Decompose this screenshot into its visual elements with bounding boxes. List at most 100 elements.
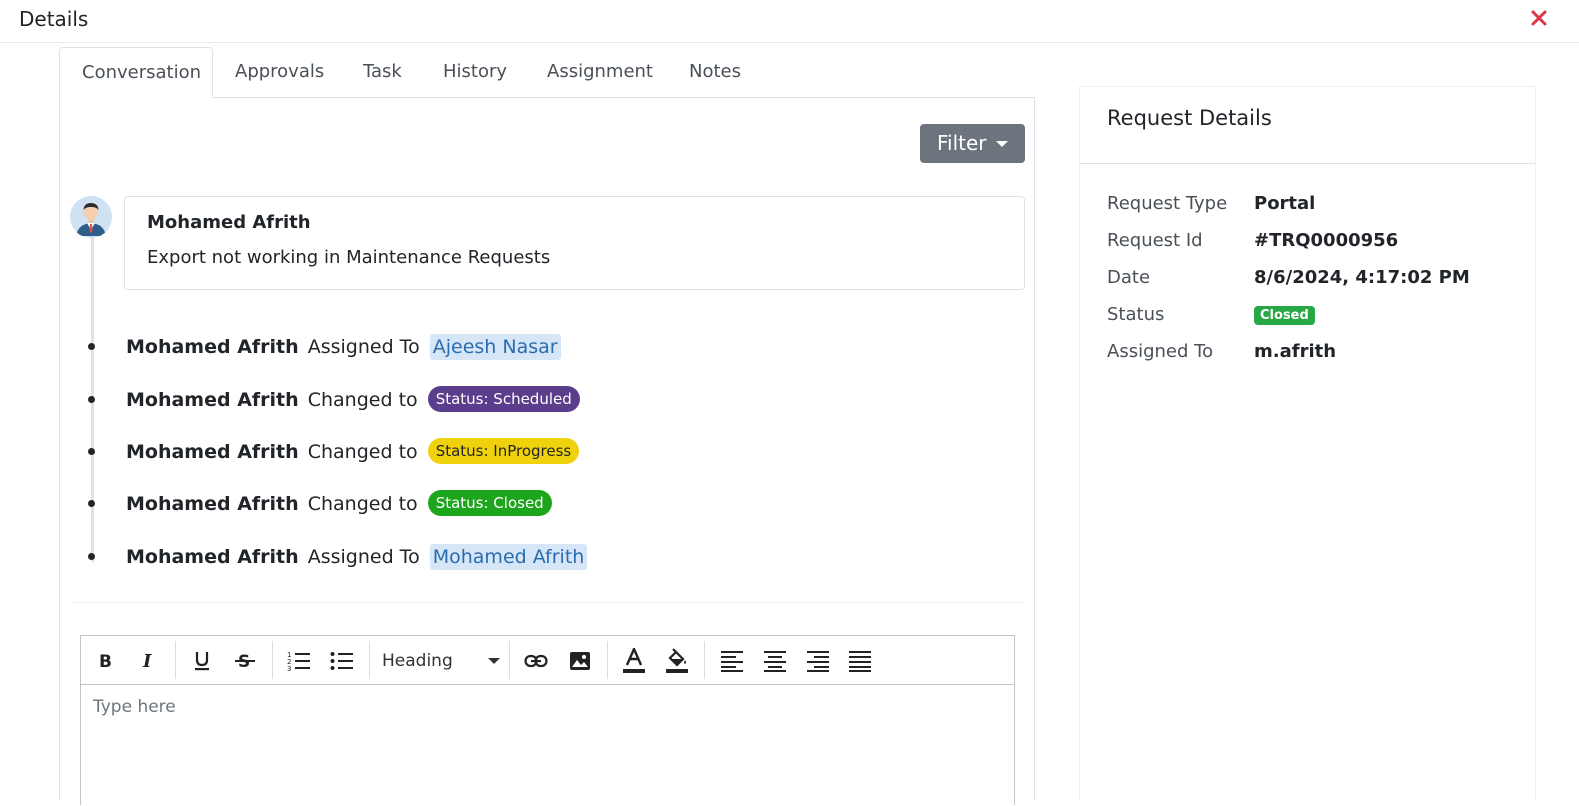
timeline-event: Mohamed Afrith Assigned To Ajeesh Nasar [88, 333, 561, 361]
background-color-button[interactable] [662, 646, 692, 676]
event-user: Mohamed Afrith [126, 336, 299, 358]
font-color-icon [623, 648, 645, 673]
detail-value: Closed [1254, 302, 1315, 328]
assignee-tag[interactable]: Ajeesh Nasar [429, 334, 561, 360]
toolbar-divider [509, 641, 510, 679]
detail-label: Status [1107, 304, 1165, 325]
bullet-icon [88, 396, 95, 403]
align-center-button[interactable] [760, 646, 790, 676]
detail-label: Request Id [1107, 230, 1203, 251]
bullet-icon [88, 553, 95, 560]
tab-notes[interactable]: Notes [667, 47, 763, 98]
toolbar-divider [272, 641, 273, 679]
event-user: Mohamed Afrith [126, 441, 299, 463]
event-action: Changed to [307, 441, 418, 463]
tab-task[interactable]: Task [341, 47, 424, 98]
heading-label: Heading [382, 651, 453, 671]
detail-value: 8/6/2024, 4:17:02 PM [1254, 267, 1470, 288]
detail-label: Date [1107, 267, 1151, 288]
numbered-list-button[interactable]: 123 [284, 646, 314, 676]
background-color-icon [666, 648, 688, 673]
event-user: Mohamed Afrith [126, 546, 299, 568]
detail-label: Request Type [1107, 193, 1228, 214]
status-badge: Status: InProgress [427, 437, 580, 464]
timeline-event: Mohamed Afrith Assigned To Mohamed Afrit… [88, 543, 588, 571]
italic-icon: I [142, 651, 152, 671]
toolbar-divider [175, 641, 176, 679]
timeline-event: Mohamed Afrith Changed to Status: InProg… [88, 437, 580, 466]
tab-bar: Conversation Approvals Task History Assi… [59, 47, 1035, 98]
align-center-icon [764, 651, 786, 672]
editor-input[interactable]: Type here [81, 685, 1014, 806]
status-badge: Status: Closed [427, 489, 552, 516]
heading-dropdown[interactable]: Heading [382, 646, 504, 676]
detail-value: Portal [1254, 193, 1316, 214]
panel-header: Request Details [1080, 87, 1535, 164]
message-author: Mohamed Afrith [147, 212, 311, 233]
filter-button[interactable]: Filter [920, 124, 1025, 163]
svg-text:B: B [99, 652, 112, 671]
strikethrough-button[interactable]: S [230, 646, 260, 676]
status-badge: Status: Scheduled [427, 385, 580, 412]
align-right-icon [807, 651, 829, 672]
strikethrough-icon: S [235, 652, 255, 672]
rich-text-editor: B I S 123 Heading [80, 635, 1015, 805]
panel-title: Request Details [1107, 106, 1272, 130]
timeline-event: Mohamed Afrith Changed to Status: Closed [88, 489, 552, 518]
tab-conversation[interactable]: Conversation [59, 47, 213, 98]
bold-icon: B [99, 652, 112, 671]
svg-text:3: 3 [287, 665, 291, 672]
italic-button[interactable]: I [133, 646, 163, 676]
bullet-icon [88, 343, 95, 350]
bulleted-list-icon [330, 652, 353, 670]
filter-label: Filter [937, 131, 987, 155]
event-action: Assigned To [307, 546, 420, 568]
underline-button[interactable] [187, 646, 217, 676]
toolbar-divider [704, 641, 705, 679]
align-justify-button[interactable] [845, 646, 875, 676]
conversation-panel: Filter Mohamed Afrith Export not working… [59, 97, 1035, 805]
close-button[interactable] [1529, 8, 1549, 28]
toolbar-divider [607, 641, 608, 679]
detail-label: Assigned To [1107, 341, 1214, 362]
event-action: Changed to [307, 389, 418, 411]
detail-value: m.afrith [1254, 341, 1337, 362]
svg-text:I: I [142, 651, 152, 671]
modal-title: Details [19, 7, 89, 31]
image-button[interactable] [565, 646, 595, 676]
link-button[interactable] [521, 646, 551, 676]
event-user: Mohamed Afrith [126, 493, 299, 515]
tab-approvals[interactable]: Approvals [213, 47, 346, 98]
timeline-event: Mohamed Afrith Changed to Status: Schedu… [88, 385, 580, 414]
tab-assignment[interactable]: Assignment [525, 47, 675, 98]
divider [70, 602, 1025, 603]
bullet-icon [88, 448, 95, 455]
caret-down-icon [488, 658, 500, 664]
underline-icon [195, 652, 209, 671]
message-card: Mohamed Afrith Export not working in Mai… [124, 196, 1025, 290]
detail-value: #TRQ0000956 [1254, 230, 1399, 251]
toolbar-divider [369, 641, 370, 679]
align-right-button[interactable] [803, 646, 833, 676]
event-action: Assigned To [307, 336, 420, 358]
event-action: Changed to [307, 493, 418, 515]
avatar [70, 196, 112, 238]
bullet-icon [88, 500, 95, 507]
modal-header: Details [0, 0, 1579, 43]
align-justify-icon [849, 651, 871, 672]
editor-placeholder: Type here [93, 697, 176, 717]
editor-toolbar: B I S 123 Heading [81, 636, 1014, 685]
close-icon [1531, 10, 1547, 26]
message-text: Export not working in Maintenance Reques… [147, 247, 551, 268]
bold-button[interactable]: B [90, 646, 120, 676]
align-left-button[interactable] [717, 646, 747, 676]
align-left-icon [721, 651, 743, 672]
request-details-panel: Request Details Request Type Portal Requ… [1079, 86, 1536, 801]
link-icon [524, 654, 548, 668]
assignee-tag[interactable]: Mohamed Afrith [429, 544, 588, 570]
bulleted-list-button[interactable] [327, 646, 357, 676]
tab-history[interactable]: History [421, 47, 529, 98]
font-color-button[interactable] [619, 646, 649, 676]
status-badge: Closed [1254, 306, 1315, 325]
image-icon [570, 652, 590, 670]
